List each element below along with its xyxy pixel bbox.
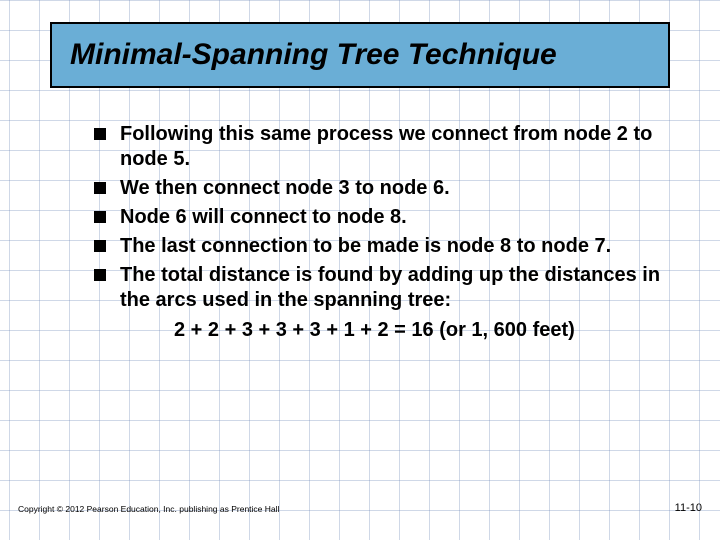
footer: Copyright © 2012 Pearson Education, Inc.… <box>18 502 702 514</box>
copyright-text: Copyright © 2012 Pearson Education, Inc.… <box>18 504 279 514</box>
bullet-item: Following this same process we connect f… <box>94 122 670 172</box>
bullet-item: Node 6 will connect to node 8. <box>94 205 670 230</box>
bullet-item: We then connect node 3 to node 6. <box>94 176 670 201</box>
bullet-item: The last connection to be made is node 8… <box>94 234 670 259</box>
equation-line: 2 + 2 + 3 + 3 + 3 + 1 + 2 = 16 (or 1, 60… <box>94 317 670 343</box>
slide-title: Minimal-Spanning Tree Technique <box>70 38 650 72</box>
slide-content: Minimal-Spanning Tree Technique Followin… <box>0 0 720 540</box>
title-box: Minimal-Spanning Tree Technique <box>50 22 670 88</box>
bullet-item: The total distance is found by adding up… <box>94 263 670 313</box>
bullet-list: Following this same process we connect f… <box>50 122 670 343</box>
page-number: 11-10 <box>675 502 702 514</box>
